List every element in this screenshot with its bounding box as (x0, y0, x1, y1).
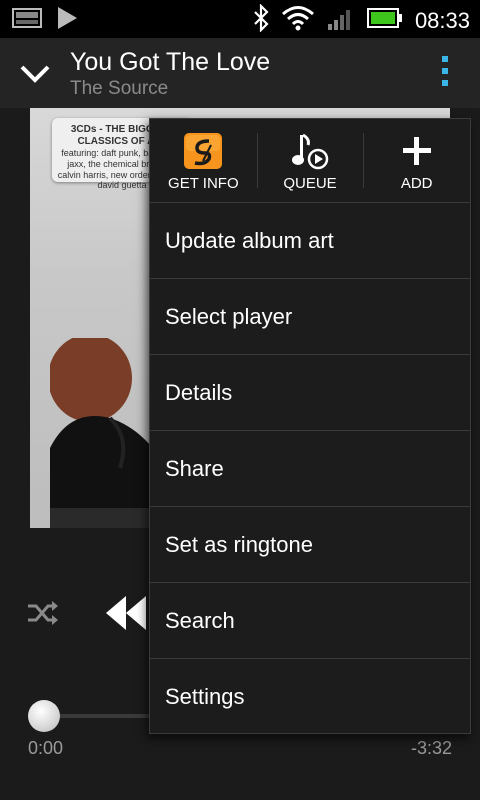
play-notification-icon (56, 6, 78, 35)
menu-item-settings[interactable]: Settings (150, 659, 470, 735)
add-label: ADD (400, 175, 433, 192)
signal-icon (327, 5, 355, 36)
elapsed-time: 0:00 (28, 738, 64, 758)
add-icon (397, 133, 437, 171)
menu-item-details[interactable]: Details (150, 355, 470, 431)
get-info-button[interactable]: GET INFO (150, 119, 257, 202)
get-info-label: GET INFO (168, 175, 239, 192)
clock: 08:33 (414, 7, 470, 33)
menu-item-share[interactable]: Share (150, 431, 470, 507)
overflow-popup-menu: GET INFO QUEUE ADD Update album art Sele… (149, 118, 471, 734)
queue-button[interactable]: QUEUE (256, 119, 364, 202)
collapse-chevron-down-icon[interactable] (18, 58, 52, 88)
now-playing-header: You Got The Love The Source (0, 38, 480, 108)
status-bar: 08:33 (0, 0, 480, 38)
battery-icon (366, 7, 403, 34)
menu-item-select-player[interactable]: Select player (150, 279, 470, 355)
menu-item-update-album-art[interactable]: Update album art (150, 203, 470, 279)
overflow-menu-icon[interactable] (434, 56, 456, 92)
seek-bar-thumb[interactable] (28, 700, 60, 732)
bluetooth-icon (253, 3, 269, 37)
queue-music-icon (290, 133, 330, 171)
song-artist: The Source (70, 78, 169, 99)
wifi-icon (281, 5, 315, 36)
menu-action-row: GET INFO QUEUE ADD (150, 119, 470, 203)
add-button[interactable]: ADD (363, 119, 470, 202)
song-title: You Got The Love (70, 48, 271, 76)
soundhound-icon (183, 133, 223, 171)
queue-label: QUEUE (283, 175, 337, 192)
menu-item-set-as-ringtone[interactable]: Set as ringtone (150, 507, 470, 583)
menu-item-search[interactable]: Search (150, 583, 470, 659)
remaining-time: -3:32 (410, 738, 452, 758)
shuffle-icon[interactable] (26, 596, 60, 630)
picture-notification-icon (12, 7, 42, 34)
previous-track-icon[interactable] (104, 594, 148, 632)
